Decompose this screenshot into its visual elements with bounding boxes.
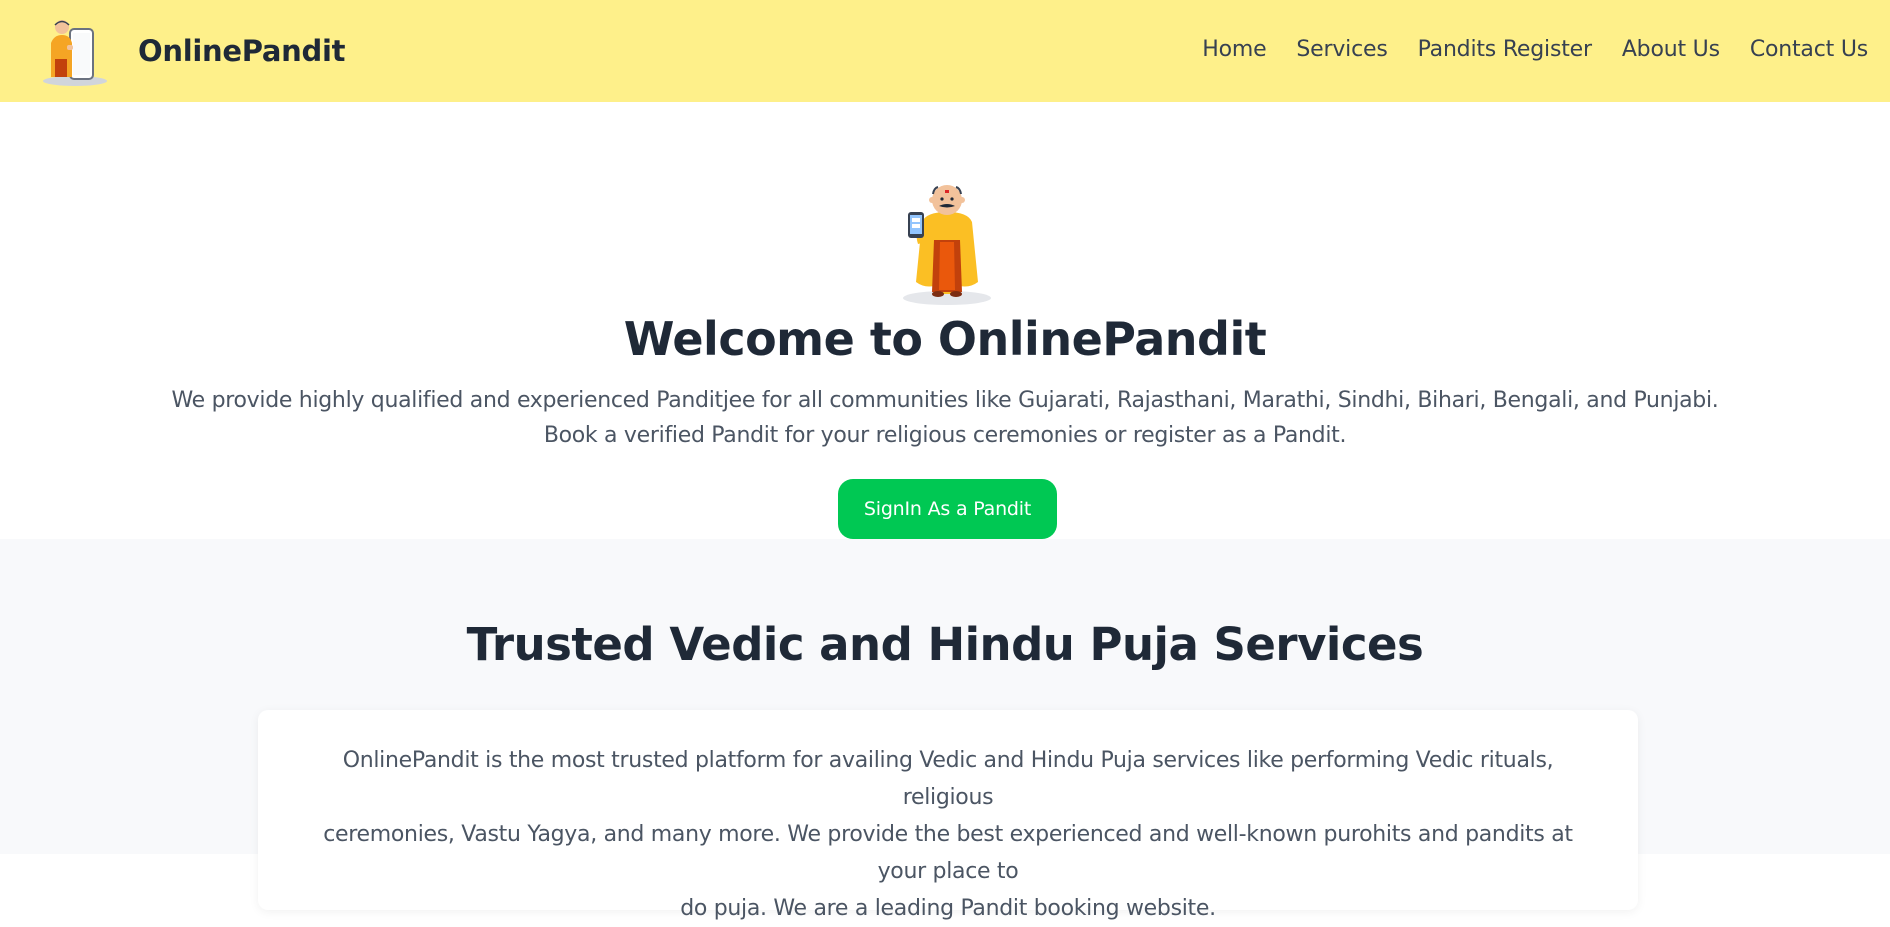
hero-description-line: Book a verified Pandit for your religiou… bbox=[543, 423, 1347, 448]
nav-services[interactable]: Services bbox=[1296, 37, 1387, 62]
services-description-line: ceremonies, Vastu Yagya, and many more. … bbox=[323, 822, 1573, 884]
hero-description: We provide highly qualified and experien… bbox=[0, 383, 1890, 453]
pandit-mascot-icon[interactable] bbox=[42, 15, 112, 87]
hero-description-line: We provide highly qualified and experien… bbox=[171, 388, 1719, 413]
services-section: Trusted Vedic and Hindu Puja Services On… bbox=[0, 539, 1890, 921]
hero-title: Welcome to OnlinePandit bbox=[623, 312, 1267, 366]
site-header: OnlinePandit Home Services Pandits Regis… bbox=[0, 0, 1890, 102]
services-card: OnlinePandit is the most trusted platfor… bbox=[258, 710, 1638, 921]
signin-as-pandit-button[interactable]: SignIn As a Pandit bbox=[838, 479, 1057, 539]
pandit-with-phone-icon bbox=[903, 185, 991, 305]
brand-name[interactable]: OnlinePandit bbox=[138, 34, 345, 68]
main-nav: Home Services Pandits Register About Us … bbox=[1202, 37, 1868, 66]
services-description-line: OnlinePandit is the most trusted platfor… bbox=[342, 748, 1554, 810]
nav-contact-us[interactable]: Contact Us bbox=[1750, 37, 1868, 62]
nav-pandits-register[interactable]: Pandits Register bbox=[1418, 37, 1592, 62]
services-title: Trusted Vedic and Hindu Puja Services bbox=[466, 618, 1424, 671]
services-description-line: do puja. We are a leading Pandit booking… bbox=[680, 896, 1216, 921]
brand[interactable]: OnlinePandit bbox=[42, 15, 345, 87]
nav-about-us[interactable]: About Us bbox=[1622, 37, 1720, 62]
hero-section: Welcome to OnlinePandit We provide highl… bbox=[0, 102, 1890, 539]
nav-home[interactable]: Home bbox=[1202, 37, 1266, 62]
